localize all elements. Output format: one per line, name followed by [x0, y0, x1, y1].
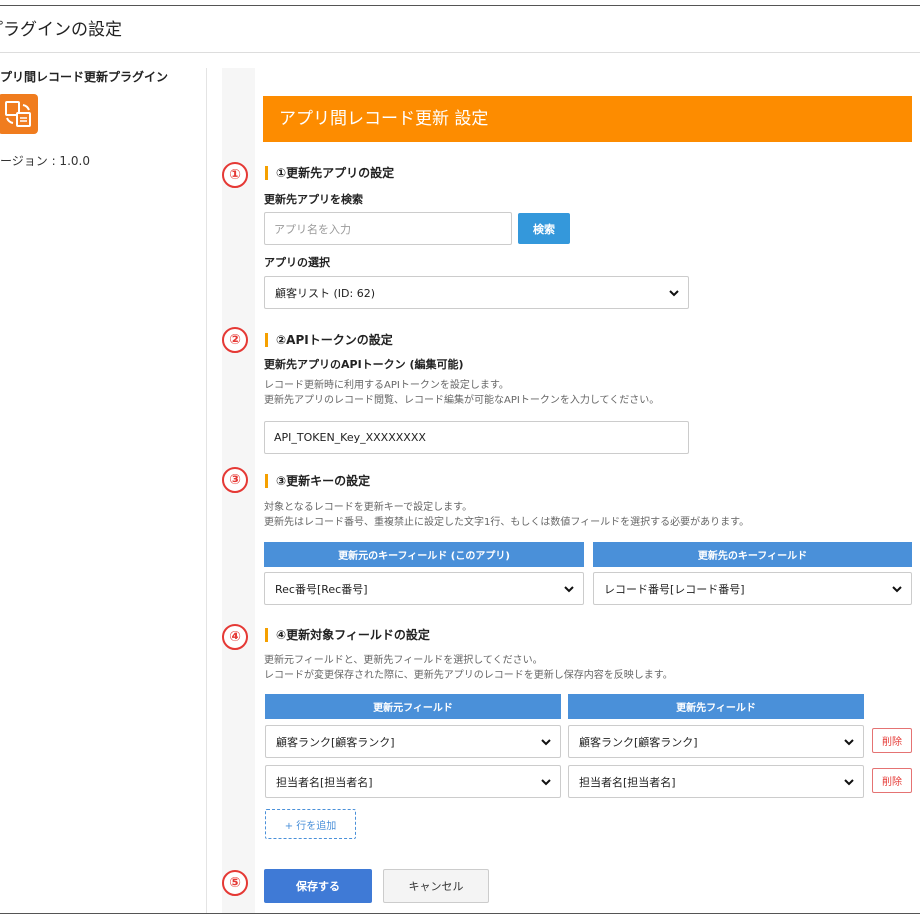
settings-header: アプリ間レコード更新 設定: [263, 96, 912, 142]
step-1-marker: ①: [222, 162, 248, 188]
title-divider: [0, 52, 920, 53]
sidebar-version: バージョン : 1.0.0: [0, 154, 90, 168]
source-key-value: Rec番号[Rec番号]: [275, 582, 368, 596]
target-field-value: 顧客ランク[顧客ランク]: [579, 735, 698, 749]
api-token-label: 更新先アプリのAPIトークン (編集可能): [264, 358, 464, 371]
source-key-select[interactable]: Rec番号[Rec番号]: [264, 572, 584, 605]
target-field-column-header: 更新先フィールド: [568, 694, 864, 719]
target-key-value: レコード番号[レコード番号]: [604, 582, 745, 596]
delete-row-button[interactable]: 削除: [872, 768, 912, 793]
update-key-desc-1: 対象となるレコードを更新キーで設定します。: [264, 502, 473, 513]
target-fields-desc-1: 更新元フィールドと、更新先フィールドを選択してください。: [264, 655, 543, 666]
step-4-marker: ④: [222, 624, 248, 650]
chevron-down-icon: [844, 739, 854, 746]
section-3-title: ③更新キーの設定: [265, 474, 370, 488]
chevron-down-icon: [844, 779, 854, 786]
plugin-app-icon: [0, 94, 38, 134]
section-4-title: ④更新対象フィールドの設定: [265, 628, 430, 642]
chevron-down-icon: [541, 739, 551, 746]
app-select-value: 顧客リスト (ID: 62): [275, 286, 375, 300]
window-bottom-border: [0, 913, 920, 914]
sidebar-plugin-name: アプリ間レコード更新プラグイン: [0, 70, 169, 84]
app-select-label: アプリの選択: [264, 256, 330, 269]
section-1-title: ①更新先アプリの設定: [265, 166, 394, 180]
search-button[interactable]: 検索: [518, 213, 570, 244]
api-token-input[interactable]: API_TOKEN_Key_XXXXXXXX: [264, 421, 689, 454]
api-token-desc-1: レコード更新時に利用するAPIトークンを設定します。: [264, 380, 509, 391]
add-row-button[interactable]: + 行を追加: [265, 809, 356, 839]
sidebar-divider: [206, 68, 207, 913]
delete-row-button[interactable]: 削除: [872, 728, 912, 753]
chevron-down-icon: [669, 290, 679, 297]
target-field-value: 担当者名[担当者名]: [579, 775, 676, 789]
app-search-input[interactable]: アプリ名を入力: [264, 212, 512, 245]
api-token-desc-2: 更新先アプリのレコード閲覧、レコード編集が可能なAPIトークンを入力してください…: [264, 395, 660, 406]
window-top-border: [0, 5, 920, 6]
chevron-down-icon: [892, 586, 902, 593]
step-3-marker: ③: [222, 467, 248, 493]
step-2-marker: ②: [222, 327, 248, 353]
source-field-column-header: 更新元フィールド: [265, 694, 561, 719]
cancel-button[interactable]: キャンセル: [383, 869, 489, 903]
chevron-down-icon: [564, 586, 574, 593]
app-search-label: 更新先アプリを検索: [264, 193, 363, 206]
page-title: プラグインの設定: [0, 20, 122, 40]
source-key-column-header: 更新元のキーフィールド (このアプリ): [264, 542, 584, 567]
source-field-value: 担当者名[担当者名]: [276, 775, 373, 789]
save-button[interactable]: 保存する: [264, 869, 372, 903]
source-field-value: 顧客ランク[顧客ランク]: [276, 735, 395, 749]
app-select[interactable]: 顧客リスト (ID: 62): [264, 276, 689, 309]
update-key-desc-2: 更新先はレコード番号、重複禁止に設定した文字1行、もしくは数値フィールドを選択す…: [264, 517, 750, 528]
section-2-title: ②APIトークンの設定: [265, 333, 393, 347]
target-key-column-header: 更新先のキーフィールド: [593, 542, 912, 567]
step-5-marker: ⑤: [222, 870, 248, 896]
target-field-select[interactable]: 担当者名[担当者名]: [568, 765, 864, 798]
target-field-select[interactable]: 顧客ランク[顧客ランク]: [568, 725, 864, 758]
target-key-select[interactable]: レコード番号[レコード番号]: [593, 572, 912, 605]
chevron-down-icon: [541, 779, 551, 786]
target-fields-desc-2: レコードが変更保存された際に、更新先アプリのレコードを更新し保存内容を反映します…: [264, 670, 673, 681]
source-field-select[interactable]: 担当者名[担当者名]: [265, 765, 561, 798]
source-field-select[interactable]: 顧客ランク[顧客ランク]: [265, 725, 561, 758]
